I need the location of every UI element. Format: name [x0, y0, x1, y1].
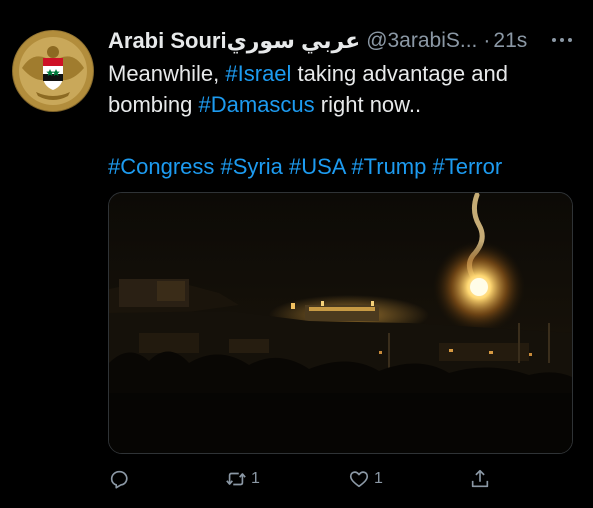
tweet-card[interactable]: Arabi Souriعربي سوري @3arabiS... · 21s M…	[0, 0, 593, 508]
retweet-count: 1	[251, 470, 260, 487]
share-icon	[471, 469, 489, 488]
user-handle[interactable]: @3arabiS...	[366, 29, 477, 53]
tweet-header: Arabi Souriعربي سوري @3arabiS... · 21s	[108, 26, 583, 56]
avatar[interactable]	[12, 30, 94, 112]
hashtag-link[interactable]: #Israel	[225, 61, 291, 86]
tweet-photo[interactable]	[108, 192, 573, 454]
hashtag-link[interactable]: #Congress	[108, 154, 214, 179]
display-name[interactable]: Arabi Souriعربي سوري	[108, 28, 360, 54]
heart-icon	[349, 471, 369, 488]
retweet-button[interactable]: 1	[225, 462, 260, 496]
tweet-text: Meanwhile, #Israel taking advantage and …	[108, 58, 578, 182]
like-count: 1	[374, 470, 383, 487]
text-segment: taking advantage and	[291, 61, 508, 86]
more-options-icon[interactable]	[547, 28, 577, 52]
hashtag-link[interactable]: #Damascus	[199, 92, 315, 117]
emblem-icon	[13, 31, 93, 111]
tweet-actions: 1 1	[108, 462, 583, 496]
reply-button[interactable]	[108, 462, 134, 496]
hashtag-link[interactable]: #USA	[289, 154, 345, 179]
tweet-text-line-1: Meanwhile, #Israel taking advantage and	[108, 58, 578, 89]
text-segment: right now..	[314, 92, 422, 117]
night-city-photo	[109, 193, 572, 453]
text-segment: bombing	[108, 92, 199, 117]
hashtag-link[interactable]: #Terror	[433, 154, 503, 179]
hashtag-link[interactable]: #Trump	[351, 154, 426, 179]
separator-dot: ·	[483, 29, 491, 52]
hashtag-link[interactable]: #Syria	[221, 154, 283, 179]
retweet-icon	[226, 472, 246, 486]
like-button[interactable]: 1	[348, 462, 383, 496]
tweet-hashtags-line: #Congress #Syria #USA #Trump #Terror	[108, 151, 578, 182]
tweet-text-line-2: bombing #Damascus right now..	[108, 89, 578, 120]
timestamp[interactable]: 21s	[493, 29, 527, 53]
text-segment: Meanwhile,	[108, 61, 226, 86]
share-button[interactable]	[469, 462, 495, 496]
reply-icon	[110, 470, 128, 489]
